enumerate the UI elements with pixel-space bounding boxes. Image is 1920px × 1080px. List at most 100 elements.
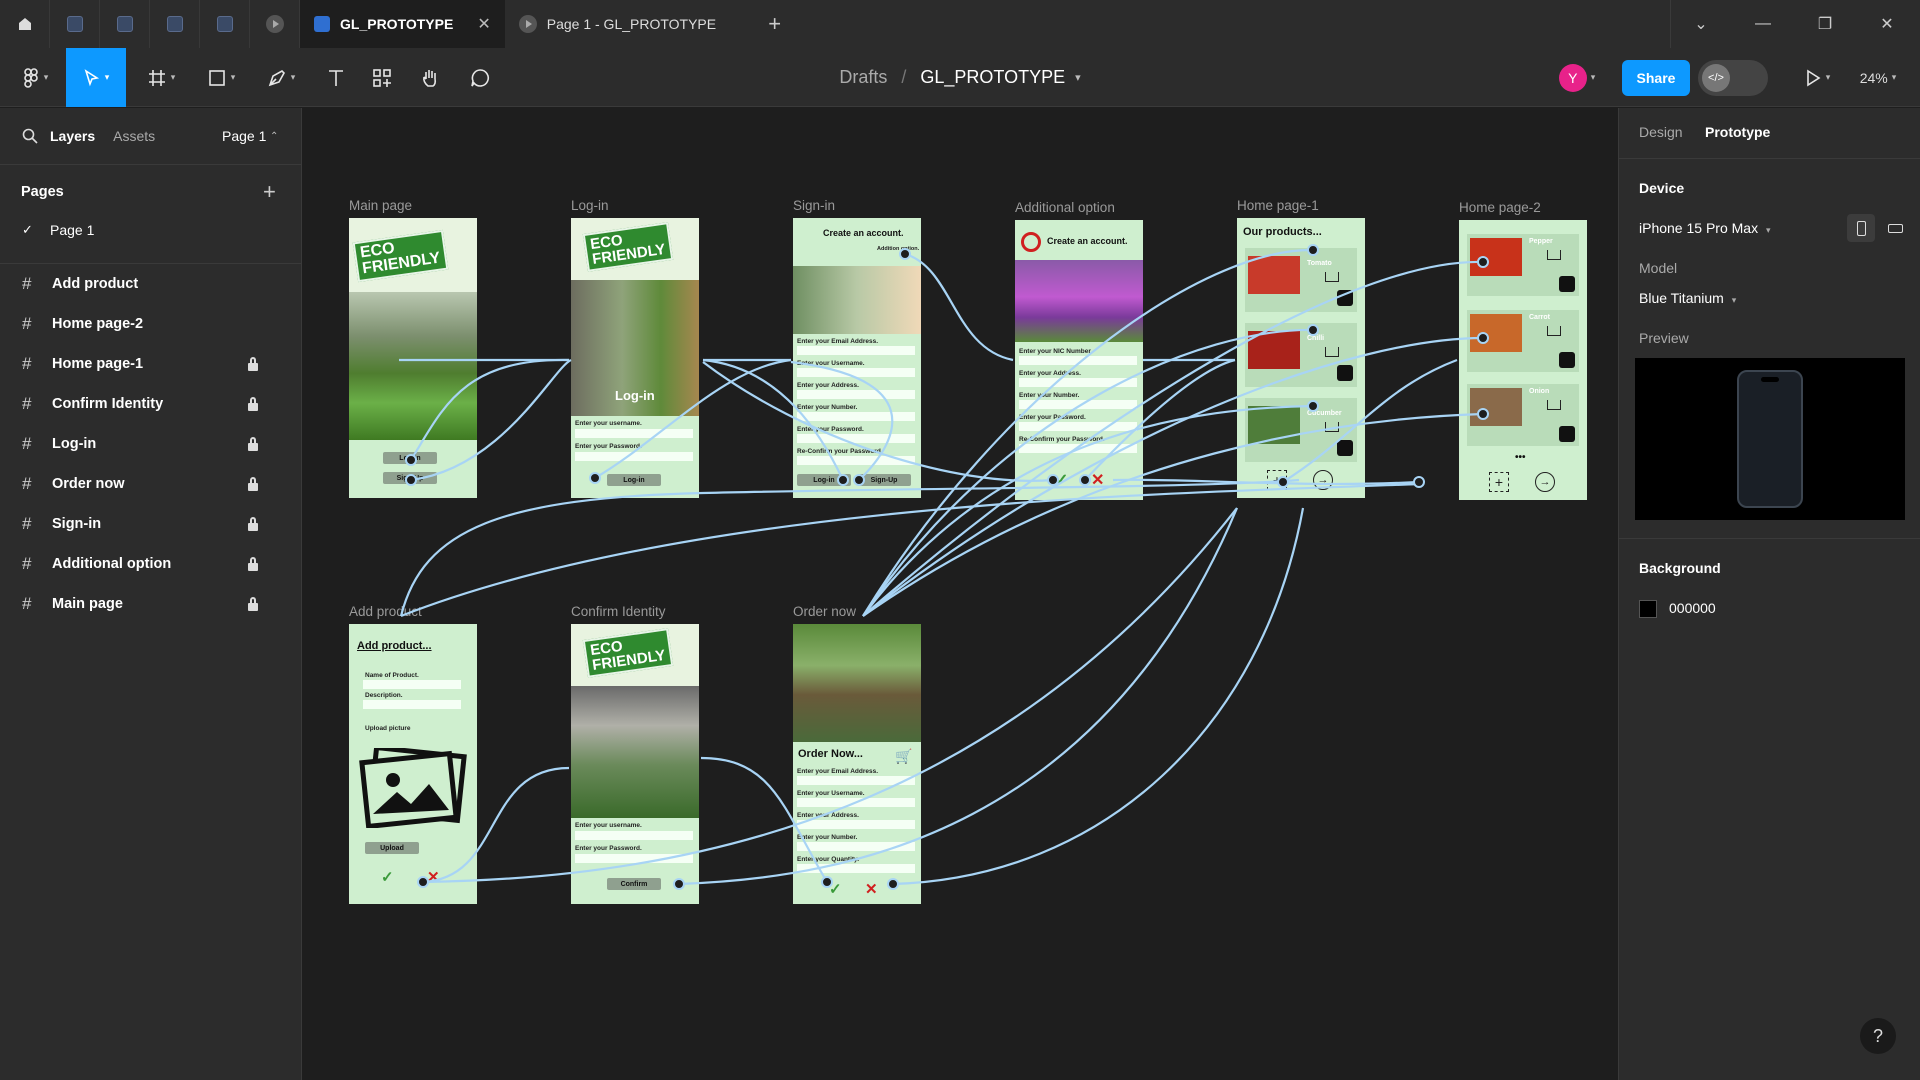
layer-additional-option[interactable]: # Additional option <box>0 544 302 584</box>
connection-wire[interactable] <box>904 252 1014 362</box>
recent-file-icon[interactable] <box>200 0 250 48</box>
tab-layers[interactable]: Layers <box>50 128 95 144</box>
login-button[interactable]: Log-in <box>607 474 661 486</box>
add-icon[interactable]: + <box>1267 470 1287 490</box>
file-name[interactable]: GL_PROTOTYPE <box>920 67 1065 88</box>
recent-file-icon[interactable] <box>100 0 150 48</box>
layer-home-page-2[interactable]: # Home page-2 <box>0 304 302 344</box>
minimize-button[interactable]: — <box>1732 0 1794 48</box>
frame-label[interactable]: Add product <box>349 604 422 619</box>
cart-icon[interactable] <box>1547 400 1561 410</box>
address-field[interactable] <box>797 820 915 829</box>
frame-main-page[interactable]: ECO FRIENDLY Log-in Sign-Up <box>349 218 477 498</box>
image-placeholder-icon[interactable] <box>359 748 467 828</box>
login-button[interactable]: Log-in <box>383 452 437 464</box>
next-arrow-icon[interactable]: → <box>1535 472 1555 492</box>
play-tab-icon[interactable] <box>250 0 300 48</box>
connection-wire[interactable] <box>892 507 1305 886</box>
phone-icon[interactable] <box>1337 440 1353 456</box>
tab-design[interactable]: Design <box>1639 124 1683 140</box>
cart-icon[interactable] <box>1325 347 1339 357</box>
page-selector[interactable]: Page 1 <box>222 128 266 144</box>
layer-order-now[interactable]: # Order now <box>0 464 302 504</box>
page-item-page-1[interactable]: ✓ Page 1 <box>0 212 302 248</box>
landscape-orientation-button[interactable] <box>1881 214 1909 242</box>
connection-node[interactable] <box>1413 476 1425 488</box>
add-icon[interactable]: + <box>1489 472 1509 492</box>
username-field[interactable] <box>797 798 915 807</box>
connection-wire[interactable] <box>400 482 1420 618</box>
shape-tool-button[interactable]: ▾ <box>196 48 246 107</box>
main-menu-button[interactable]: ▾ <box>10 48 60 107</box>
password-field[interactable] <box>575 854 693 863</box>
address-field[interactable] <box>1019 378 1137 387</box>
present-button[interactable]: ▾ <box>1792 48 1842 107</box>
more-dots[interactable]: ••• <box>1515 452 1526 463</box>
hand-tool-button[interactable] <box>410 48 450 107</box>
email-field[interactable] <box>797 776 915 785</box>
frame-tool-button[interactable]: ▾ <box>136 48 186 107</box>
description-field[interactable] <box>363 700 461 709</box>
text-tool-button[interactable] <box>316 48 356 107</box>
username-field[interactable] <box>575 429 693 438</box>
lock-icon[interactable] <box>248 517 258 531</box>
frame-label[interactable]: Home page-1 <box>1237 198 1319 213</box>
username-field[interactable] <box>797 368 915 377</box>
tab-assets[interactable]: Assets <box>113 128 155 144</box>
password-field[interactable] <box>575 452 693 461</box>
cancel-icon[interactable]: ✕ <box>427 868 440 886</box>
connection-wire[interactable] <box>862 412 1484 617</box>
phone-icon[interactable] <box>1337 290 1353 306</box>
multiplayer-avatar[interactable]: Y ▾ <box>1548 48 1606 107</box>
username-field[interactable] <box>575 831 693 840</box>
cart-icon[interactable] <box>1325 422 1339 432</box>
frame-confirm-identity[interactable]: ECO FRIENDLY Enter your username. Enter … <box>571 624 699 904</box>
resources-button[interactable] <box>362 48 402 107</box>
cancel-icon[interactable]: ✕ <box>865 880 878 898</box>
signup-button[interactable]: Sign-Up <box>383 472 437 484</box>
product-card[interactable]: Onion <box>1467 384 1579 446</box>
model-select[interactable]: Blue Titanium ▾ <box>1639 290 1736 306</box>
product-card[interactable]: Cucumber <box>1245 398 1357 462</box>
number-field[interactable] <box>797 842 915 851</box>
chevron-down-icon[interactable]: ⌄ <box>1670 0 1732 48</box>
product-card[interactable]: Chilli <box>1245 323 1357 387</box>
email-field[interactable] <box>797 346 915 355</box>
nic-field[interactable] <box>1019 356 1137 365</box>
chevron-up-icon[interactable]: ⌃ <box>270 131 278 142</box>
comment-tool-button[interactable] <box>460 48 500 107</box>
search-icon[interactable] <box>22 128 38 144</box>
check-icon[interactable]: ✓ <box>1055 470 1068 490</box>
add-page-button[interactable]: + <box>263 179 276 205</box>
home-icon[interactable] <box>0 0 50 48</box>
frame-sign-in[interactable]: Create an account. Addition option. Ente… <box>793 218 921 498</box>
frame-label[interactable]: Log-in <box>571 198 609 213</box>
tab-page1-prototype[interactable]: Page 1 - GL_PROTOTYPE <box>505 0 753 48</box>
tab-prototype[interactable]: Prototype <box>1705 124 1770 140</box>
layer-log-in[interactable]: # Log-in <box>0 424 302 464</box>
upload-button[interactable]: Upload <box>365 842 419 854</box>
move-tool-button[interactable]: ▾ <box>66 48 126 107</box>
frame-label[interactable]: Home page-2 <box>1459 200 1541 215</box>
frame-label[interactable]: Additional option <box>1015 200 1115 215</box>
connection-wire[interactable] <box>862 260 1484 617</box>
product-card[interactable]: Carrot <box>1467 310 1579 372</box>
phone-icon[interactable] <box>1559 352 1575 368</box>
tab-gl-prototype[interactable]: GL_PROTOTYPE ✕ <box>300 0 505 48</box>
confirm-password-field[interactable] <box>1019 444 1137 453</box>
frame-additional-option[interactable]: Create an account. Enter your NIC Number… <box>1015 220 1143 500</box>
close-window-button[interactable]: ✕ <box>1856 0 1918 48</box>
zoom-menu[interactable]: 24% ▾ <box>1848 48 1908 107</box>
share-button[interactable]: Share <box>1622 48 1690 107</box>
device-select[interactable]: iPhone 15 Pro Max ▾ <box>1639 220 1771 236</box>
addition-option-link[interactable]: Addition option. <box>877 246 919 252</box>
lock-icon[interactable] <box>248 597 258 611</box>
frame-home-page-1[interactable]: Our products... Tomato Chilli Cucumber +… <box>1237 218 1365 498</box>
background-color-value[interactable]: 000000 <box>1669 600 1716 616</box>
next-arrow-icon[interactable]: → <box>1313 470 1333 490</box>
connection-wire[interactable] <box>678 507 1239 886</box>
breadcrumb-drafts[interactable]: Drafts <box>839 67 887 88</box>
lock-icon[interactable] <box>248 357 258 371</box>
login-button[interactable]: Log-in <box>797 474 851 486</box>
connection-wire[interactable] <box>399 478 1300 617</box>
